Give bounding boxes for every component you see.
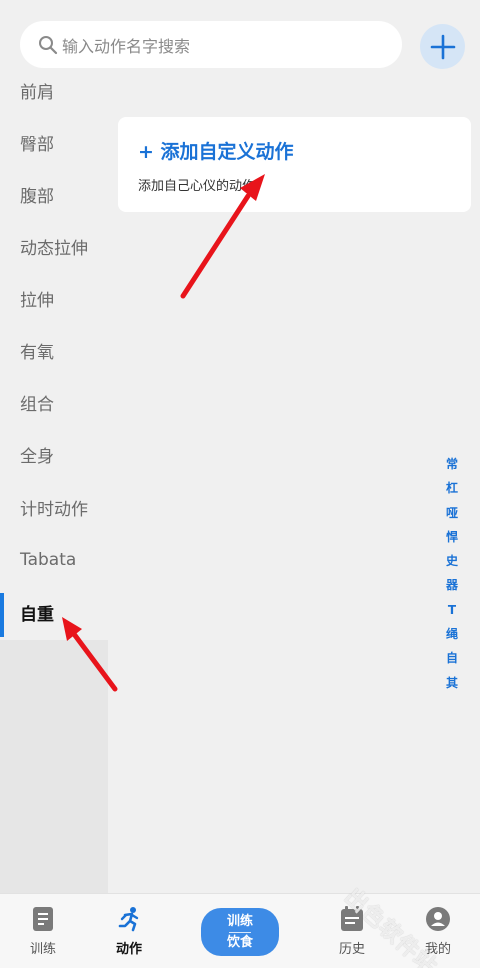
index-letter[interactable]: 绳 — [446, 622, 458, 646]
screen: 输入动作名字搜索 前肩 臀部 腹部 动态拉伸 拉伸 有氧 组合 全身 计时动作 … — [0, 0, 480, 968]
center-line2: 饮食 — [226, 934, 253, 950]
sidebar-item-tabata[interactable]: Tabata — [0, 534, 108, 586]
category-sidebar[interactable]: 前肩 臀部 腹部 动态拉伸 拉伸 有氧 组合 全身 计时动作 Tabata 自重 — [0, 78, 108, 893]
index-letter[interactable]: 哑 — [446, 501, 458, 525]
index-letter[interactable]: 自 — [446, 646, 458, 670]
nav-label: 训练 — [29, 942, 56, 957]
search-icon — [39, 35, 58, 54]
plus-icon — [430, 34, 455, 59]
training-diet-button[interactable]: 训练 饮食 — [201, 908, 279, 956]
index-letter[interactable]: 器 — [446, 573, 458, 597]
nav-item-actions[interactable]: 动作 — [89, 894, 169, 968]
index-letter[interactable]: 史 — [446, 549, 458, 573]
center-divider — [229, 931, 251, 933]
profile-icon — [426, 907, 450, 931]
sidebar-item-bodyweight[interactable]: 自重 — [0, 586, 108, 638]
add-custom-action-subtitle: 添加自己心仪的动作 — [138, 179, 256, 194]
running-icon — [118, 907, 139, 932]
index-letter[interactable]: T — [448, 598, 456, 622]
index-letter[interactable]: 杠 — [446, 476, 458, 500]
add-button[interactable] — [420, 24, 465, 69]
sidebar-empty-area — [0, 640, 108, 893]
sidebar-item-combo[interactable]: 组合 — [0, 376, 108, 428]
sidebar-item-full-body[interactable]: 全身 — [0, 428, 108, 480]
nav-item-training[interactable]: 训练 — [3, 894, 83, 968]
index-letter[interactable]: 常 — [446, 452, 458, 476]
equipment-index[interactable]: 常 杠 哑 悍 史 器 T 绳 自 其 — [440, 452, 464, 695]
index-letter[interactable]: 其 — [446, 671, 458, 695]
nav-label: 历史 — [338, 942, 365, 957]
sidebar-item-glutes[interactable]: 臀部 — [0, 116, 108, 168]
search-placeholder: 输入动作名字搜索 — [62, 36, 191, 56]
index-letter[interactable]: 悍 — [446, 525, 458, 549]
add-custom-action-title[interactable]: + 添加自定义动作 — [138, 137, 294, 164]
sidebar-item-cardio[interactable]: 有氧 — [0, 324, 108, 376]
sidebar-item-front-shoulder[interactable]: 前肩 — [0, 78, 108, 116]
sidebar-item-stretch[interactable]: 拉伸 — [0, 272, 108, 324]
sidebar-item-abs[interactable]: 腹部 — [0, 168, 108, 220]
sidebar-item-dynamic-stretch[interactable]: 动态拉伸 — [0, 220, 108, 272]
nav-label: 动作 — [115, 942, 142, 957]
center-line1: 训练 — [226, 913, 253, 929]
search-input[interactable]: 输入动作名字搜索 — [20, 21, 402, 68]
training-icon — [33, 907, 53, 931]
add-custom-action-card[interactable]: + 添加自定义动作 添加自己心仪的动作 — [118, 117, 471, 212]
sidebar-item-timed[interactable]: 计时动作 — [0, 481, 108, 533]
